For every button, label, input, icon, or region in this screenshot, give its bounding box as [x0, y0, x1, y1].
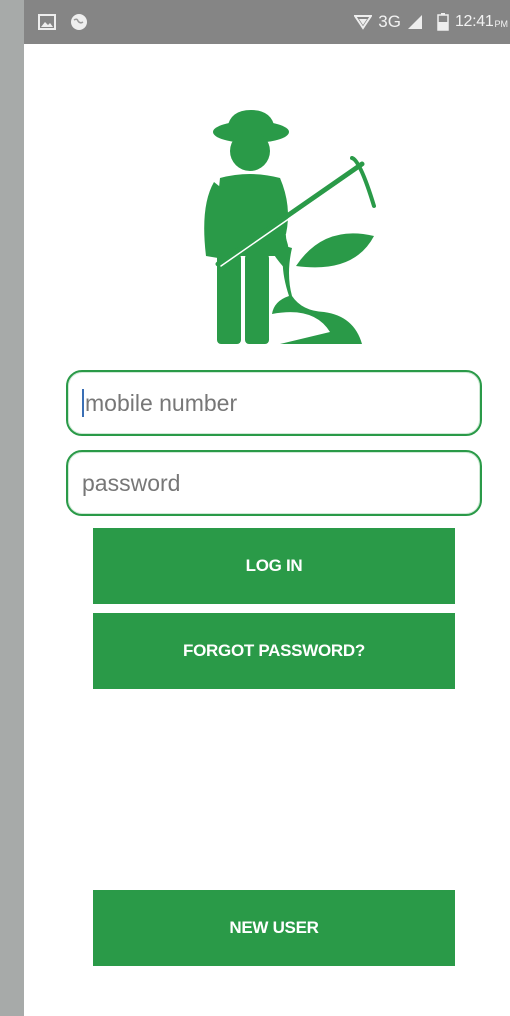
gallery-notification-icon [38, 14, 56, 30]
globe-notification-icon [71, 14, 87, 30]
signal-strength-icon [354, 15, 373, 30]
new-user-button[interactable]: NEW USER [93, 890, 455, 966]
password-placeholder: password [82, 469, 181, 496]
status-bar: 3G 12:41 PM [24, 0, 510, 44]
password-input[interactable]: password [66, 450, 482, 516]
network-type: 3G [378, 12, 401, 31]
login-button-label: LOG IN [245, 556, 303, 575]
battery-icon [437, 13, 449, 31]
status-ampm: PM [494, 19, 509, 29]
login-button[interactable]: LOG IN [93, 528, 455, 604]
status-time: 12:41 [454, 13, 494, 30]
mobile-number-placeholder: mobile number [85, 389, 238, 416]
farmer-with-hoe-and-plant-icon [204, 110, 376, 344]
app-screen: 3G 12:41 PM mobile number password LOG I… [24, 0, 510, 1016]
text-cursor [82, 389, 84, 417]
forgot-password-button[interactable]: FORGOT PASSWORD? [93, 613, 455, 689]
new-user-label: NEW USER [229, 918, 319, 937]
cellular-signal-icon [407, 15, 422, 29]
mobile-number-input[interactable]: mobile number [66, 370, 482, 436]
forgot-password-label: FORGOT PASSWORD? [183, 641, 365, 660]
